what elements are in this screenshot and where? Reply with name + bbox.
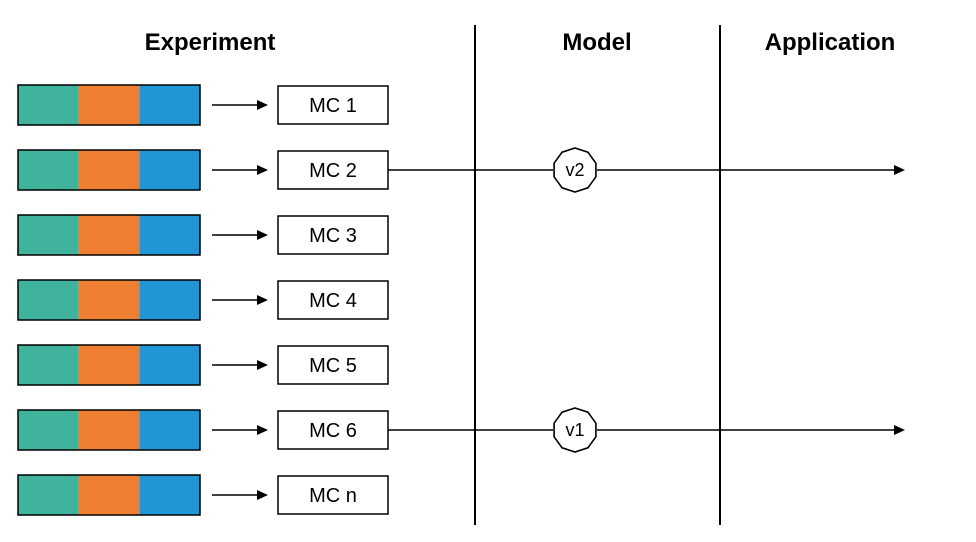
mc-label: MC 6	[309, 420, 357, 442]
bar-segment-c	[139, 280, 200, 320]
experiment-row: MC 3	[18, 215, 388, 255]
bar-segment-b	[79, 410, 140, 450]
arrow-to-mc-arrowhead-icon	[257, 165, 268, 175]
arrow-to-mc-arrowhead-icon	[257, 360, 268, 370]
application-arrowhead-icon	[894, 425, 905, 435]
mc-label: MC 3	[309, 225, 357, 247]
arrow-to-mc-arrowhead-icon	[257, 295, 268, 305]
bar-segment-a	[18, 280, 79, 320]
arrow-to-mc-arrowhead-icon	[257, 230, 268, 240]
mc-label: MC n	[309, 485, 357, 507]
bar-segment-b	[79, 475, 140, 515]
experiment-row: MC 6	[18, 410, 388, 450]
application-arrowhead-icon	[894, 165, 905, 175]
column-heading-experiment: Experiment	[145, 29, 276, 56]
bar-segment-c	[139, 150, 200, 190]
experiment-row: MC 5	[18, 345, 388, 385]
experiment-row: MC n	[18, 475, 388, 515]
bar-segment-b	[79, 150, 140, 190]
experiment-row: MC 2	[18, 150, 388, 190]
bar-segment-c	[139, 85, 200, 125]
experiment-row: MC 4	[18, 280, 388, 320]
column-heading-model: Model	[562, 29, 631, 56]
bar-segment-a	[18, 215, 79, 255]
bar-segment-b	[79, 215, 140, 255]
bar-segment-a	[18, 475, 79, 515]
bar-segment-c	[139, 410, 200, 450]
mc-label: MC 2	[309, 160, 357, 182]
model-flows: v2 v1	[388, 148, 905, 452]
bar-segment-c	[139, 475, 200, 515]
arrow-to-mc-arrowhead-icon	[257, 490, 268, 500]
pipeline-diagram: Experiment Model Application MC 1MC 2MC …	[0, 0, 976, 542]
column-heading-application: Application	[765, 29, 896, 56]
bar-segment-b	[79, 345, 140, 385]
mc-label: MC 4	[309, 290, 357, 312]
model-flow: v1	[388, 408, 905, 452]
bar-segment-b	[79, 280, 140, 320]
bar-segment-b	[79, 85, 140, 125]
bar-segment-a	[18, 85, 79, 125]
mc-label: MC 5	[309, 355, 357, 377]
bar-segment-a	[18, 410, 79, 450]
mc-label: MC 1	[309, 95, 357, 117]
bar-segment-a	[18, 345, 79, 385]
experiment-rows: MC 1 MC 2 MC 3 MC 4 MC 5 MC 6 MC n	[18, 85, 388, 515]
experiment-row: MC 1	[18, 85, 388, 125]
model-label: v1	[565, 420, 584, 440]
bar-segment-c	[139, 215, 200, 255]
model-flow: v2	[388, 148, 905, 192]
bar-segment-c	[139, 345, 200, 385]
arrow-to-mc-arrowhead-icon	[257, 100, 268, 110]
model-label: v2	[565, 160, 584, 180]
arrow-to-mc-arrowhead-icon	[257, 425, 268, 435]
bar-segment-a	[18, 150, 79, 190]
